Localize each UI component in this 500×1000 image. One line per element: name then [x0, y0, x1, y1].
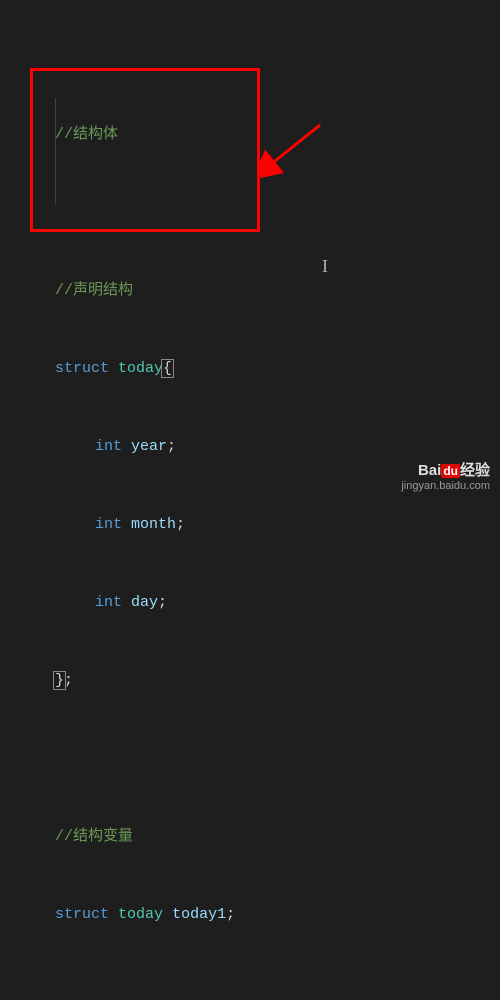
comment-declare: //声明结构	[55, 282, 133, 299]
watermark: Baidu经验 jingyan.baidu.com	[401, 459, 490, 492]
field-day: day	[131, 594, 158, 611]
brace-close: }	[53, 671, 66, 690]
brace-open: {	[161, 359, 174, 378]
text-cursor-icon: I	[322, 256, 328, 277]
struct-name: today	[118, 360, 163, 377]
field-year: year	[131, 438, 167, 455]
code-editor[interactable]: //结构体 //声明结构 struct today{ int year; int…	[0, 0, 500, 1000]
comment-var: //结构变量	[55, 828, 133, 845]
var-today1: today1	[172, 906, 226, 923]
comment-struct: //结构体	[55, 126, 118, 143]
kw-int: int	[95, 516, 122, 533]
field-month: month	[131, 516, 176, 533]
kw-struct: struct	[55, 360, 109, 377]
kw-int: int	[95, 438, 122, 455]
kw-int: int	[95, 594, 122, 611]
